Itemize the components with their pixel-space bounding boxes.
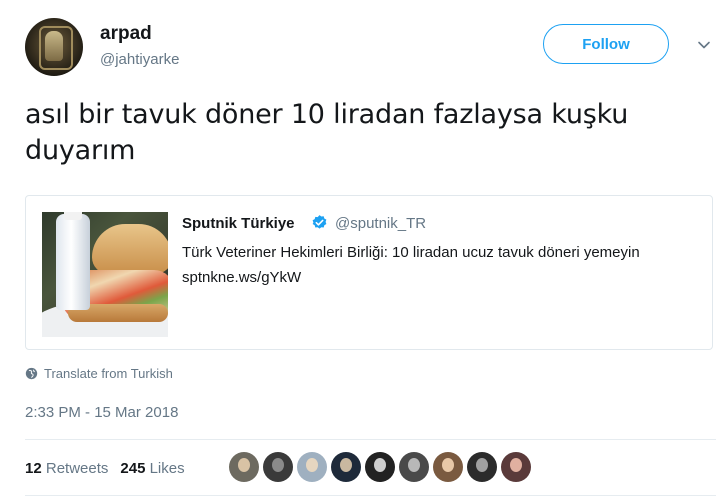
liker-face-shape bbox=[408, 458, 420, 472]
tweet-stats: 12 Retweets 245 Likes bbox=[25, 460, 185, 477]
liker-avatars bbox=[229, 452, 531, 482]
user-name[interactable]: arpad bbox=[100, 23, 152, 45]
liker-avatar[interactable] bbox=[229, 452, 259, 482]
liker-face-shape bbox=[238, 458, 250, 472]
divider bbox=[25, 495, 716, 496]
likes-label[interactable]: Likes bbox=[150, 460, 185, 477]
chevron-down-icon[interactable] bbox=[697, 38, 711, 52]
liker-avatar[interactable] bbox=[399, 452, 429, 482]
liker-face-shape bbox=[442, 458, 454, 472]
avatar-figure bbox=[45, 31, 63, 61]
liker-face-shape bbox=[374, 458, 386, 472]
quoted-user-handle: @sputnik_TR bbox=[335, 215, 427, 232]
liker-avatar[interactable] bbox=[467, 452, 497, 482]
retweets-count[interactable]: 12 bbox=[25, 460, 42, 477]
liker-avatar[interactable] bbox=[365, 452, 395, 482]
liker-face-shape bbox=[476, 458, 488, 472]
liker-face-shape bbox=[272, 458, 284, 472]
liker-avatar[interactable] bbox=[297, 452, 327, 482]
liker-avatar[interactable] bbox=[263, 452, 293, 482]
liker-face-shape bbox=[510, 458, 522, 472]
quoted-user-name: Sputnik Türkiye bbox=[182, 215, 295, 232]
liker-face-shape bbox=[340, 458, 352, 472]
tweet-text: asıl bir tavuk döner 10 liradan fazlaysa… bbox=[25, 99, 629, 166]
retweets-label[interactable]: Retweets bbox=[46, 460, 109, 477]
tweet-timestamp[interactable]: 2:33 PM - 15 Mar 2018 bbox=[25, 404, 178, 421]
liker-avatar[interactable] bbox=[433, 452, 463, 482]
likes-count[interactable]: 245 bbox=[120, 460, 145, 477]
translate-link[interactable]: Translate from Turkish bbox=[25, 366, 173, 381]
liker-face-shape bbox=[306, 458, 318, 472]
quoted-tweet-card[interactable]: Sputnik Türkiye @sputnik_TR Türk Veterin… bbox=[25, 195, 713, 350]
divider bbox=[25, 439, 716, 440]
verified-badge-icon bbox=[312, 215, 327, 229]
user-avatar[interactable] bbox=[25, 18, 83, 76]
tweet-header: arpad @jahtiyarke Follow bbox=[25, 18, 716, 78]
bread-shape bbox=[92, 224, 168, 274]
globe-icon bbox=[25, 367, 38, 380]
quoted-tweet-text: Türk Veteriner Hekimleri Birliği: 10 lir… bbox=[182, 244, 640, 286]
quoted-tweet-image[interactable] bbox=[42, 212, 168, 337]
follow-button[interactable]: Follow bbox=[543, 24, 669, 64]
user-handle[interactable]: @jahtiyarke bbox=[100, 51, 179, 68]
bottle-shape bbox=[56, 214, 90, 310]
translate-label[interactable]: Translate from Turkish bbox=[44, 366, 173, 381]
liker-avatar[interactable] bbox=[501, 452, 531, 482]
bottle-cap-shape bbox=[64, 212, 82, 220]
liker-avatar[interactable] bbox=[331, 452, 361, 482]
